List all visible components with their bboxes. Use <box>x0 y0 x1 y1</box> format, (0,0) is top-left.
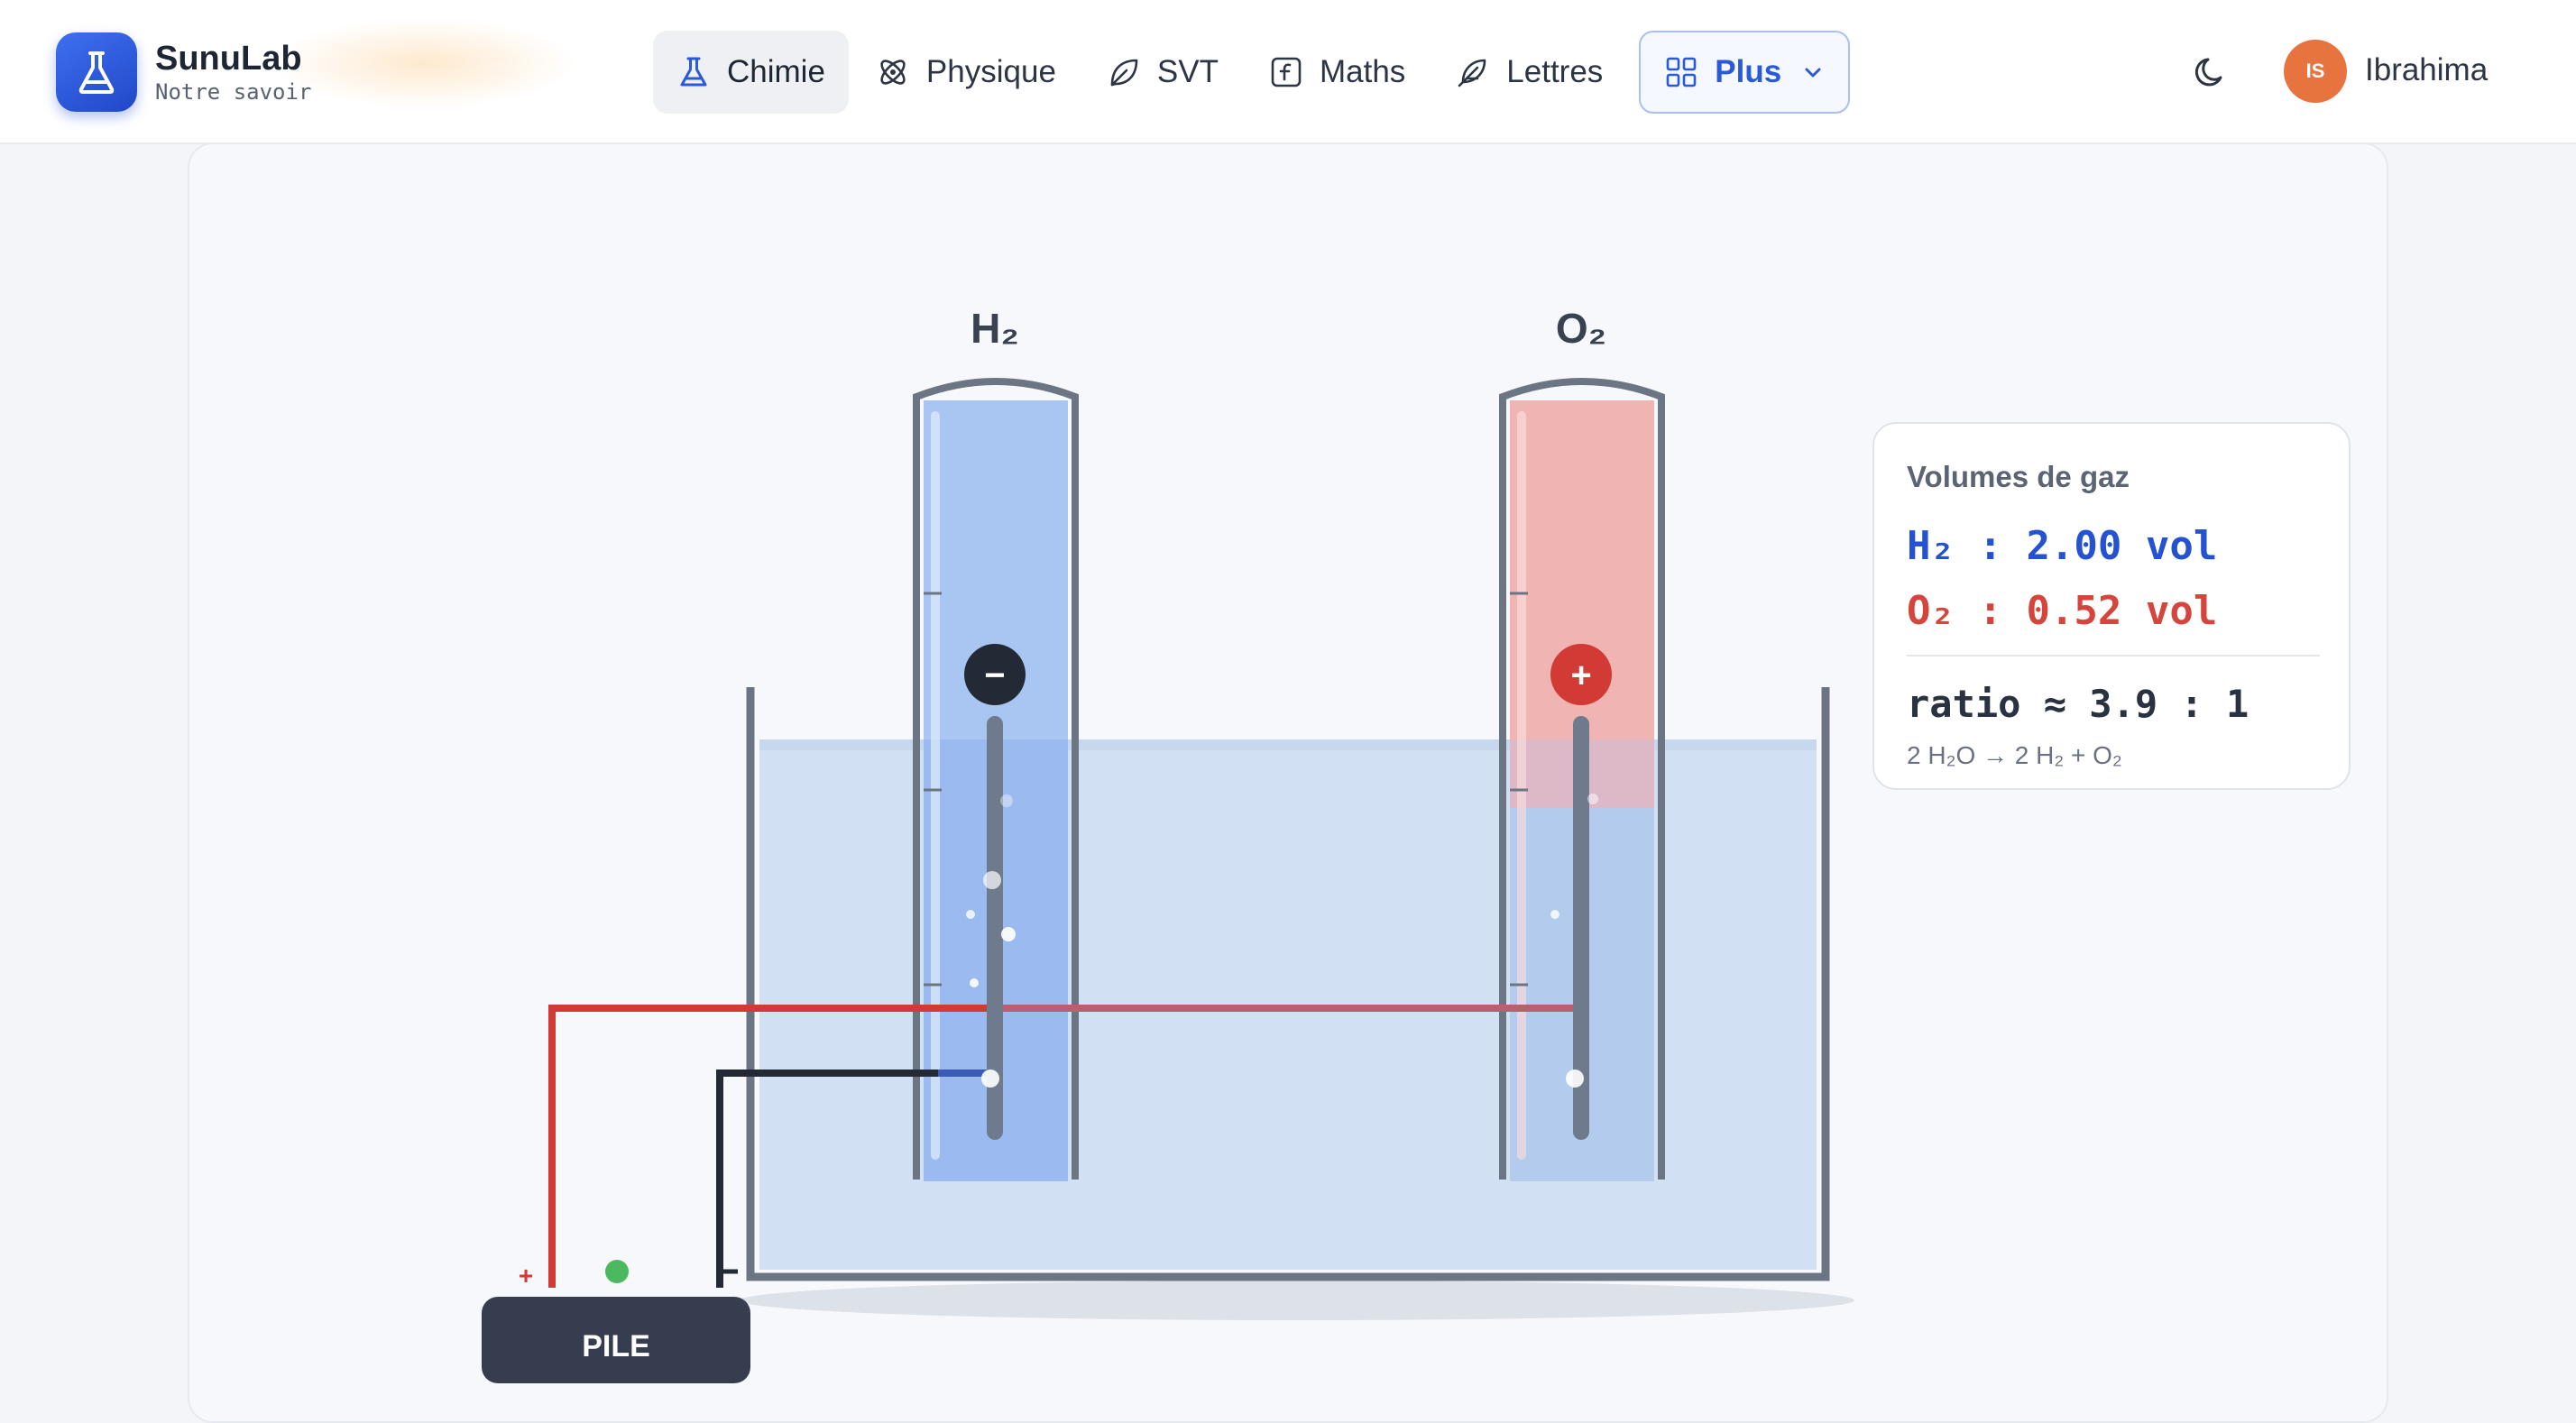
battery-label: PILE <box>582 1329 650 1363</box>
battery-status-led <box>605 1260 629 1283</box>
o2-volume-readout: O₂ : 0.52 vol <box>1907 588 2218 634</box>
divider <box>1907 655 2320 656</box>
ratio-readout: ratio ≈ 3.9 : 1 <box>1907 682 2249 726</box>
battery-plus-sign: + <box>519 1262 533 1290</box>
cathode-sign: − <box>984 656 1005 695</box>
tank-shadow <box>740 1281 1854 1320</box>
h2-glass-highlight <box>931 411 940 1160</box>
anode-sign: + <box>1570 656 1591 695</box>
o2-label: O₂ <box>1556 305 1606 352</box>
o2-glass-highlight <box>1517 411 1526 1160</box>
gas-volumes-title: Volumes de gaz <box>1907 460 2130 493</box>
h2-volume-readout: H₂ : 2.00 vol <box>1907 523 2218 569</box>
gas-volumes-card: Volumes de gaz H₂ : 2.00 vol O₂ : 0.52 v… <box>1872 422 2351 790</box>
h2-label: H₂ <box>971 305 1019 352</box>
reaction-equation: 2 H₂O → 2 H₂ + O₂ <box>1907 741 2122 769</box>
